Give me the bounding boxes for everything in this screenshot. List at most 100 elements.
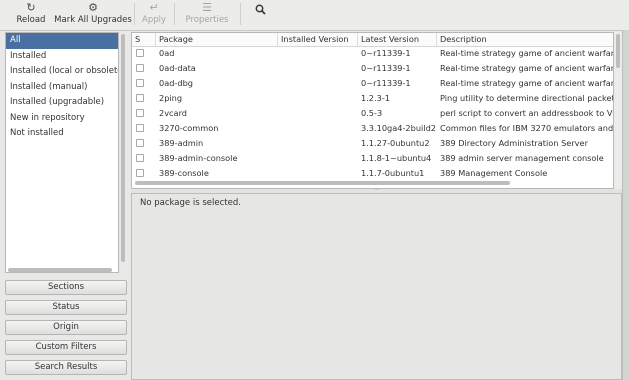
toolbar-separator bbox=[174, 3, 175, 25]
package-name: 3270-common bbox=[159, 123, 219, 133]
properties-button[interactable]: ☰ Properties bbox=[183, 0, 231, 30]
sections-button[interactable]: Sections bbox=[5, 280, 127, 295]
installed-version bbox=[278, 91, 358, 106]
description: Real-time strategy game of ancient warfa… bbox=[440, 63, 614, 73]
status-checkbox[interactable] bbox=[136, 169, 144, 177]
latest-version: 0.5-3 bbox=[361, 108, 383, 118]
status-checkbox[interactable] bbox=[136, 154, 144, 162]
table-row[interactable]: 2ping 1.2.3-1 Ping utility to determine … bbox=[132, 91, 614, 106]
search-button[interactable] bbox=[248, 0, 272, 30]
apply-arrow-icon: ↵ bbox=[149, 1, 159, 14]
filter-list: All Installed Installed (local or obsole… bbox=[5, 32, 119, 273]
filter-not-installed[interactable]: Not installed bbox=[6, 126, 118, 142]
description: 389 Management Console bbox=[440, 168, 548, 178]
latest-version: 0~r11339-1 bbox=[361, 78, 411, 88]
status-checkbox[interactable] bbox=[136, 64, 144, 72]
installed-version bbox=[278, 136, 358, 151]
installed-version bbox=[278, 151, 358, 166]
latest-version: 1.1.7-0ubuntu1 bbox=[361, 168, 425, 178]
package-details-pane: No package is selected. bbox=[131, 193, 622, 380]
status-checkbox[interactable] bbox=[136, 94, 144, 102]
window-right-edge bbox=[622, 30, 629, 380]
latest-version: 1.2.3-1 bbox=[361, 93, 390, 103]
origin-button[interactable]: Origin bbox=[5, 320, 127, 335]
apply-button[interactable]: ↵ Apply bbox=[139, 0, 169, 30]
mark-all-upgrades-button[interactable]: ⚙ Mark All Upgrades bbox=[54, 0, 132, 30]
mark-all-upgrades-label: Mark All Upgrades bbox=[54, 15, 132, 25]
column-header-description[interactable]: Description bbox=[437, 33, 613, 46]
table-row[interactable]: 0ad-dbg 0~r11339-1 Real-time strategy ga… bbox=[132, 76, 614, 91]
details-message: No package is selected. bbox=[140, 198, 241, 208]
filter-installed-local-obsolete[interactable]: Installed (local or obsolete) bbox=[6, 64, 118, 80]
table-row[interactable]: 3270-common 3.3.10ga4-2build2 Common fil… bbox=[132, 121, 614, 136]
properties-label: Properties bbox=[185, 15, 229, 25]
description: Real-time strategy game of ancient warfa… bbox=[440, 78, 614, 88]
filter-installed[interactable]: Installed bbox=[6, 49, 118, 65]
status-button[interactable]: Status bbox=[5, 300, 127, 315]
filter-installed-upgradable[interactable]: Installed (upgradable) bbox=[6, 95, 118, 111]
reload-icon: ↻ bbox=[26, 1, 36, 14]
package-name: 2vcard bbox=[159, 108, 187, 118]
package-name: 389-admin bbox=[159, 138, 204, 148]
table-row[interactable]: 389-admin-console 1.1.8-1~ubuntu4 389 ad… bbox=[132, 151, 613, 166]
package-table: S Package Installed Version Latest Versi… bbox=[131, 32, 614, 189]
search-icon bbox=[255, 4, 266, 15]
package-name: 389-console bbox=[159, 168, 209, 178]
status-checkbox[interactable] bbox=[136, 139, 144, 147]
column-header-status[interactable]: S bbox=[132, 33, 156, 46]
toolbar-separator bbox=[134, 3, 135, 25]
status-checkbox[interactable] bbox=[136, 49, 144, 57]
installed-version bbox=[278, 76, 358, 91]
latest-version: 0~r11339-1 bbox=[361, 48, 411, 58]
toolbar-separator bbox=[240, 3, 241, 25]
package-name: 2ping bbox=[159, 93, 183, 103]
table-row[interactable]: 0ad 0~r11339-1 Real-time strategy game o… bbox=[132, 46, 614, 61]
column-header-installed-version[interactable]: Installed Version bbox=[278, 33, 358, 46]
installed-version bbox=[278, 46, 358, 61]
installed-version bbox=[278, 106, 358, 121]
status-checkbox[interactable] bbox=[136, 109, 144, 117]
status-checkbox[interactable] bbox=[136, 79, 144, 87]
package-name: 389-admin-console bbox=[159, 153, 238, 163]
gear-icon: ⚙ bbox=[88, 1, 98, 14]
scrollbar-thumb[interactable] bbox=[616, 34, 620, 68]
filter-installed-manual[interactable]: Installed (manual) bbox=[6, 80, 118, 96]
filter-all[interactable]: All bbox=[6, 33, 118, 49]
custom-filters-button[interactable]: Custom Filters bbox=[5, 340, 127, 355]
description: Ping utility to determine directional pa… bbox=[440, 93, 614, 103]
latest-version: 3.3.10ga4-2build2 bbox=[361, 123, 436, 133]
description: Common files for IBM 3270 emulators and … bbox=[440, 123, 614, 133]
latest-version: 1.1.27-0ubuntu2 bbox=[361, 138, 430, 148]
package-name: 0ad-data bbox=[159, 63, 196, 73]
latest-version: 0~r11339-1 bbox=[361, 63, 411, 73]
status-checkbox[interactable] bbox=[136, 124, 144, 132]
package-table-vertical-scrollbar[interactable] bbox=[614, 32, 622, 189]
description: 389 admin server management console bbox=[440, 153, 604, 163]
table-header: S Package Installed Version Latest Versi… bbox=[132, 33, 613, 47]
table-row[interactable]: 389-console 1.1.7-0ubuntu1 389 Managemen… bbox=[132, 166, 613, 181]
filter-list-horizontal-scrollbar[interactable] bbox=[8, 268, 112, 272]
package-name: 0ad-dbg bbox=[159, 78, 193, 88]
reload-button[interactable]: ↻ Reload bbox=[14, 0, 48, 30]
installed-version bbox=[278, 61, 358, 76]
column-header-latest-version[interactable]: Latest Version bbox=[358, 33, 437, 46]
description: perl script to convert an addressbook to… bbox=[440, 108, 614, 118]
package-table-horizontal-scrollbar[interactable] bbox=[135, 181, 510, 185]
reload-label: Reload bbox=[16, 15, 46, 25]
apply-label: Apply bbox=[142, 15, 166, 25]
scrollbar-thumb[interactable] bbox=[121, 34, 125, 262]
package-name: 0ad bbox=[159, 48, 175, 58]
search-results-button[interactable]: Search Results bbox=[5, 360, 127, 375]
installed-version bbox=[278, 121, 358, 136]
toolbar: ↻ Reload ⚙ Mark All Upgrades ↵ Apply ☰ P… bbox=[0, 0, 629, 31]
description: 389 Directory Administration Server bbox=[440, 138, 588, 148]
filter-new-in-repository[interactable]: New in repository bbox=[6, 111, 118, 127]
table-row[interactable]: 2vcard 0.5-3 perl script to convert an a… bbox=[132, 106, 614, 121]
table-row[interactable]: 0ad-data 0~r11339-1 Real-time strategy g… bbox=[132, 61, 614, 76]
filter-list-vertical-scrollbar[interactable] bbox=[120, 32, 126, 273]
column-header-package[interactable]: Package bbox=[156, 33, 278, 46]
description: Real-time strategy game of ancient warfa… bbox=[440, 48, 614, 58]
table-row[interactable]: 389-admin 1.1.27-0ubuntu2 389 Directory … bbox=[132, 136, 613, 151]
document-icon: ☰ bbox=[202, 1, 212, 14]
latest-version: 1.1.8-1~ubuntu4 bbox=[361, 153, 432, 163]
